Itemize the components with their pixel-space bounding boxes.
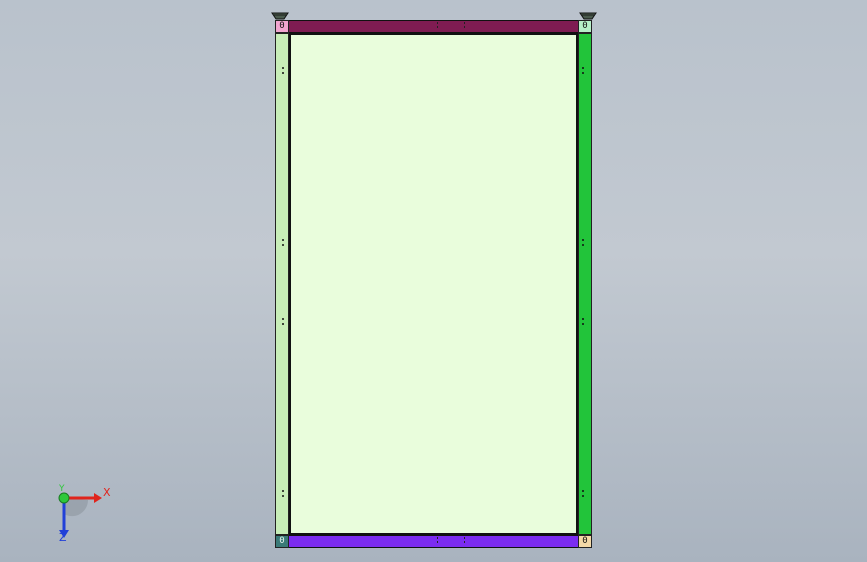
bolt-holes bbox=[282, 318, 286, 328]
corner-block-top-left[interactable]: 0 bbox=[275, 20, 289, 33]
axis-y-label: Y bbox=[59, 484, 65, 494]
top-beam[interactable] bbox=[288, 20, 579, 33]
bolt-holes bbox=[582, 67, 586, 77]
corner-block-top-right[interactable]: 0 bbox=[578, 20, 592, 33]
beam-seam-mark bbox=[464, 20, 466, 33]
bolt-holes bbox=[282, 67, 286, 77]
corner-label: 0 bbox=[582, 536, 588, 546]
corner-label: 0 bbox=[279, 21, 285, 31]
bolt-holes bbox=[582, 490, 586, 500]
bottom-beam[interactable] bbox=[288, 535, 579, 548]
right-post[interactable] bbox=[578, 33, 592, 535]
bolt-holes bbox=[282, 239, 286, 249]
bolt-holes bbox=[282, 490, 286, 500]
corner-block-bottom-left[interactable]: 0 bbox=[275, 535, 289, 548]
bolt-holes bbox=[582, 318, 586, 328]
coordinate-triad-icon: X Y Z bbox=[48, 482, 118, 546]
leveling-foot-left-icon bbox=[271, 12, 289, 20]
left-post[interactable] bbox=[275, 33, 289, 535]
corner-block-bottom-right[interactable]: 0 bbox=[578, 535, 592, 548]
axis-z-label: Z bbox=[59, 531, 67, 544]
bolt-holes bbox=[582, 239, 586, 249]
beam-seam-mark bbox=[464, 535, 466, 548]
beam-seam-mark bbox=[437, 20, 439, 33]
center-panel[interactable] bbox=[289, 33, 578, 535]
cad-viewport[interactable]: 0 0 0 0 X Y Z bbox=[0, 0, 867, 562]
axis-x-label: X bbox=[103, 486, 111, 499]
leveling-foot-right-icon bbox=[579, 12, 597, 20]
corner-label: 0 bbox=[582, 21, 588, 31]
corner-label: 0 bbox=[279, 536, 285, 546]
beam-seam-mark bbox=[437, 535, 439, 548]
